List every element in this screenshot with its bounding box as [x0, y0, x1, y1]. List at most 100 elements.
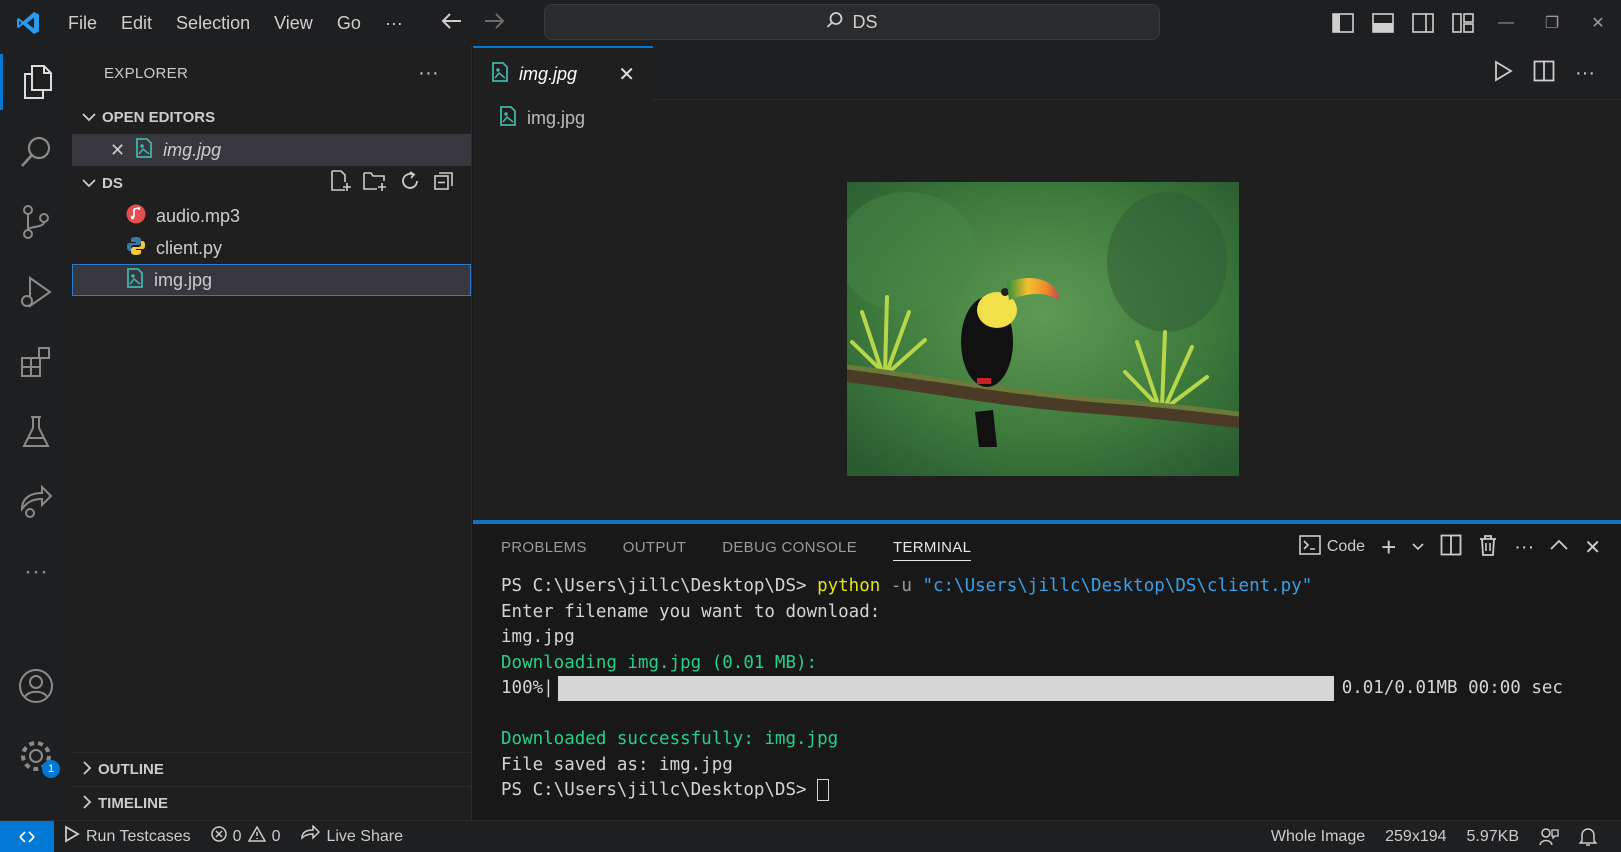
zoom-mode[interactable]: Whole Image: [1261, 828, 1375, 846]
back-arrow-icon[interactable]: [441, 12, 463, 35]
editor-tabs: img.jpg ✕ ···: [473, 46, 1621, 100]
run-testcases[interactable]: Run Testcases: [54, 825, 201, 848]
command-center-search[interactable]: DS: [544, 4, 1160, 40]
vscode-logo-icon: [0, 0, 56, 46]
tab-problems[interactable]: PROBLEMS: [501, 539, 587, 556]
customize-layout-icon[interactable]: [1443, 0, 1483, 46]
split-editor-icon[interactable]: [1533, 60, 1555, 87]
terminal-line: Downloading img.jpg (0.01 MB):: [501, 652, 818, 673]
live-share-icon[interactable]: [0, 474, 72, 530]
editor-more-icon[interactable]: ···: [1575, 62, 1595, 85]
title-bar: File Edit Selection View Go ··· DS — ❐ ✕: [0, 0, 1621, 46]
forward-arrow-icon[interactable]: [483, 12, 505, 35]
status-bar: Run Testcases 0 0 Live Share Whole Image…: [0, 820, 1621, 852]
open-editors-header[interactable]: OPEN EDITORS: [72, 100, 471, 134]
progress-bar-fill: [557, 676, 1334, 702]
testing-flask-icon[interactable]: [0, 404, 72, 460]
tab-close-icon[interactable]: ✕: [618, 62, 635, 87]
command-center-label: DS: [852, 11, 878, 32]
toggle-panel-icon[interactable]: [1363, 0, 1403, 46]
remote-indicator-icon[interactable]: [0, 820, 54, 852]
progress-bar: [557, 676, 1334, 702]
file-label: img.jpg: [154, 269, 213, 290]
breadcrumb-item[interactable]: img.jpg: [527, 108, 585, 129]
file-item-img[interactable]: img.jpg: [72, 264, 471, 296]
toggle-primary-sidebar-icon[interactable]: [1323, 0, 1363, 46]
new-folder-icon[interactable]: [363, 170, 387, 196]
image-file-icon: [499, 105, 517, 131]
chevron-down-icon: [82, 175, 96, 192]
menu-selection[interactable]: Selection: [164, 0, 262, 46]
restore-icon[interactable]: ❐: [1529, 0, 1575, 46]
notifications-bell-icon[interactable]: [1569, 827, 1621, 847]
outline-label: OUTLINE: [98, 761, 164, 778]
close-window-icon[interactable]: ✕: [1575, 0, 1621, 46]
file-item-client[interactable]: client.py: [72, 232, 471, 264]
tab-debug-console[interactable]: DEBUG CONSOLE: [722, 539, 857, 556]
settings-badge: 1: [42, 760, 60, 778]
terminal-output[interactable]: PS C:\Users\jillc\Desktop\DS> python -u …: [473, 570, 1621, 804]
timeline-label: TIMELINE: [98, 795, 168, 812]
terminal-line: img.jpg: [501, 627, 575, 647]
open-editor-item[interactable]: ✕ img.jpg: [72, 134, 471, 166]
source-control-icon[interactable]: [0, 194, 72, 250]
image-preview: [847, 182, 1239, 476]
toggle-secondary-sidebar-icon[interactable]: [1403, 0, 1443, 46]
menu-more[interactable]: ···: [373, 0, 415, 46]
new-terminal-icon[interactable]: +: [1381, 534, 1396, 560]
sidebar-title: EXPLORER: [104, 64, 189, 82]
run-debug-icon[interactable]: [0, 264, 72, 320]
breadcrumb: img.jpg: [473, 100, 1621, 136]
feedback-icon[interactable]: [1529, 827, 1569, 847]
terminal-icon: [1299, 534, 1321, 560]
search-view-icon[interactable]: [0, 124, 72, 180]
chevron-down-icon[interactable]: [1412, 538, 1424, 556]
problems-status[interactable]: 0 0: [201, 825, 291, 847]
tab-img-jpg[interactable]: img.jpg ✕: [473, 46, 653, 100]
ds-folder-header[interactable]: DS: [72, 166, 471, 200]
minimize-icon[interactable]: —: [1483, 0, 1529, 46]
image-file-icon: [135, 137, 153, 163]
folder-label: DS: [102, 174, 123, 192]
terminal-line: Enter filename you want to download:: [501, 601, 881, 622]
close-panel-icon[interactable]: ✕: [1584, 535, 1601, 560]
extensions-icon[interactable]: [0, 334, 72, 390]
menu-view[interactable]: View: [262, 0, 325, 46]
chevron-right-icon: [82, 794, 92, 813]
live-share-status[interactable]: Live Share: [290, 824, 413, 848]
panel-more-icon[interactable]: ···: [1514, 536, 1534, 559]
run-file-icon[interactable]: [1493, 59, 1513, 87]
bottom-panel: PROBLEMS OUTPUT DEBUG CONSOLE TERMINAL C…: [473, 520, 1621, 820]
open-editors-label: OPEN EDITORS: [102, 108, 216, 126]
more-views-icon[interactable]: ···: [0, 544, 72, 600]
terminal-line: PS C:\Users\jillc\Desktop\DS>: [501, 778, 1621, 804]
menu-go[interactable]: Go: [325, 0, 373, 46]
refresh-icon[interactable]: [399, 170, 421, 196]
file-item-audio[interactable]: audio.mp3: [72, 200, 471, 232]
new-file-icon[interactable]: [329, 170, 351, 196]
split-terminal-icon[interactable]: [1440, 534, 1462, 561]
settings-gear-icon[interactable]: 1: [0, 728, 72, 784]
tab-output[interactable]: OUTPUT: [623, 539, 686, 556]
menu-edit[interactable]: Edit: [109, 0, 164, 46]
terminal-profile[interactable]: Code: [1299, 534, 1365, 560]
chevron-right-icon: [82, 760, 92, 779]
explorer-icon[interactable]: [0, 54, 72, 110]
timeline-header[interactable]: TIMELINE: [72, 786, 472, 820]
menu-file[interactable]: File: [56, 0, 109, 46]
outline-header[interactable]: OUTLINE: [72, 752, 472, 786]
chevron-down-icon: [82, 109, 96, 126]
play-icon: [64, 825, 80, 848]
progress-stats: 0.01/0.01MB 00:00 sec: [1341, 678, 1563, 698]
live-share-icon: [300, 824, 321, 848]
sidebar-more-icon[interactable]: ···: [418, 62, 439, 85]
maximize-panel-icon[interactable]: [1550, 538, 1568, 556]
collapse-all-icon[interactable]: [433, 170, 455, 196]
accounts-icon[interactable]: [0, 658, 72, 714]
error-icon: [210, 826, 227, 847]
close-icon[interactable]: ✕: [110, 140, 125, 161]
tab-terminal[interactable]: TERMINAL: [893, 539, 972, 561]
trash-icon[interactable]: [1478, 534, 1498, 561]
audio-file-icon: [126, 204, 146, 229]
